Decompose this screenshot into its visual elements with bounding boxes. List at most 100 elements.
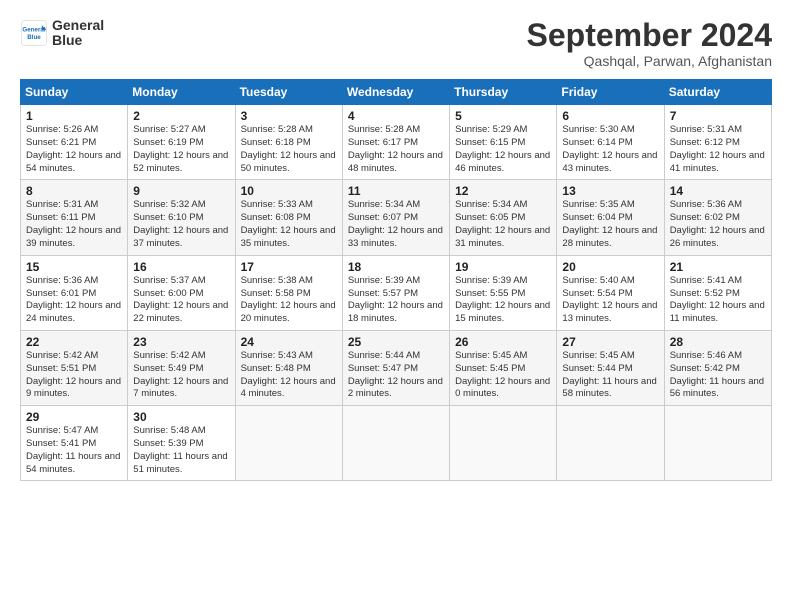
day-content: Sunrise: 5:41 AMSunset: 5:52 PMDaylight:…	[670, 275, 766, 326]
day-content: Sunrise: 5:34 AMSunset: 6:05 PMDaylight:…	[455, 199, 551, 250]
calendar-cell: 2Sunrise: 5:27 AMSunset: 6:19 PMDaylight…	[128, 105, 235, 180]
calendar-cell	[557, 406, 664, 481]
day-number: 14	[670, 184, 766, 198]
day-content: Sunrise: 5:45 AMSunset: 5:44 PMDaylight:…	[562, 350, 658, 401]
day-number: 30	[133, 410, 229, 424]
calendar-header-row: Sunday Monday Tuesday Wednesday Thursday…	[21, 80, 772, 105]
calendar-cell: 27Sunrise: 5:45 AMSunset: 5:44 PMDayligh…	[557, 330, 664, 405]
calendar-cell: 7Sunrise: 5:31 AMSunset: 6:12 PMDaylight…	[664, 105, 771, 180]
day-number: 9	[133, 184, 229, 198]
logo-icon: General Blue	[20, 19, 48, 47]
calendar-cell: 16Sunrise: 5:37 AMSunset: 6:00 PMDayligh…	[128, 255, 235, 330]
page: General Blue General Blue September 2024…	[0, 0, 792, 491]
day-number: 13	[562, 184, 658, 198]
day-content: Sunrise: 5:36 AMSunset: 6:01 PMDaylight:…	[26, 275, 122, 326]
calendar-week-1: 1Sunrise: 5:26 AMSunset: 6:21 PMDaylight…	[21, 105, 772, 180]
day-number: 25	[348, 335, 444, 349]
calendar-cell: 21Sunrise: 5:41 AMSunset: 5:52 PMDayligh…	[664, 255, 771, 330]
calendar-cell: 20Sunrise: 5:40 AMSunset: 5:54 PMDayligh…	[557, 255, 664, 330]
calendar-cell: 15Sunrise: 5:36 AMSunset: 6:01 PMDayligh…	[21, 255, 128, 330]
logo-line1: General	[52, 18, 104, 33]
logo-text: General Blue	[52, 18, 104, 49]
day-content: Sunrise: 5:44 AMSunset: 5:47 PMDaylight:…	[348, 350, 444, 401]
calendar-cell: 22Sunrise: 5:42 AMSunset: 5:51 PMDayligh…	[21, 330, 128, 405]
logo: General Blue General Blue	[20, 18, 104, 49]
day-content: Sunrise: 5:34 AMSunset: 6:07 PMDaylight:…	[348, 199, 444, 250]
calendar-cell	[235, 406, 342, 481]
day-number: 15	[26, 260, 122, 274]
day-content: Sunrise: 5:32 AMSunset: 6:10 PMDaylight:…	[133, 199, 229, 250]
day-content: Sunrise: 5:29 AMSunset: 6:15 PMDaylight:…	[455, 124, 551, 175]
day-number: 29	[26, 410, 122, 424]
day-number: 7	[670, 109, 766, 123]
day-content: Sunrise: 5:26 AMSunset: 6:21 PMDaylight:…	[26, 124, 122, 175]
calendar-cell: 10Sunrise: 5:33 AMSunset: 6:08 PMDayligh…	[235, 180, 342, 255]
col-saturday: Saturday	[664, 80, 771, 105]
day-content: Sunrise: 5:33 AMSunset: 6:08 PMDaylight:…	[241, 199, 337, 250]
calendar-cell: 5Sunrise: 5:29 AMSunset: 6:15 PMDaylight…	[450, 105, 557, 180]
day-content: Sunrise: 5:31 AMSunset: 6:12 PMDaylight:…	[670, 124, 766, 175]
day-number: 27	[562, 335, 658, 349]
day-number: 17	[241, 260, 337, 274]
calendar-week-4: 22Sunrise: 5:42 AMSunset: 5:51 PMDayligh…	[21, 330, 772, 405]
calendar-cell: 8Sunrise: 5:31 AMSunset: 6:11 PMDaylight…	[21, 180, 128, 255]
calendar-cell	[450, 406, 557, 481]
calendar-week-2: 8Sunrise: 5:31 AMSunset: 6:11 PMDaylight…	[21, 180, 772, 255]
day-number: 26	[455, 335, 551, 349]
day-content: Sunrise: 5:47 AMSunset: 5:41 PMDaylight:…	[26, 425, 122, 476]
col-wednesday: Wednesday	[342, 80, 449, 105]
calendar-cell: 24Sunrise: 5:43 AMSunset: 5:48 PMDayligh…	[235, 330, 342, 405]
calendar-cell: 18Sunrise: 5:39 AMSunset: 5:57 PMDayligh…	[342, 255, 449, 330]
calendar-cell: 12Sunrise: 5:34 AMSunset: 6:05 PMDayligh…	[450, 180, 557, 255]
calendar-cell: 4Sunrise: 5:28 AMSunset: 6:17 PMDaylight…	[342, 105, 449, 180]
day-content: Sunrise: 5:39 AMSunset: 5:55 PMDaylight:…	[455, 275, 551, 326]
calendar-cell: 17Sunrise: 5:38 AMSunset: 5:58 PMDayligh…	[235, 255, 342, 330]
day-number: 6	[562, 109, 658, 123]
col-thursday: Thursday	[450, 80, 557, 105]
day-number: 12	[455, 184, 551, 198]
calendar-subtitle: Qashqal, Parwan, Afghanistan	[527, 53, 772, 69]
day-number: 2	[133, 109, 229, 123]
calendar-title: September 2024	[527, 18, 772, 53]
day-number: 20	[562, 260, 658, 274]
day-number: 5	[455, 109, 551, 123]
calendar-cell: 9Sunrise: 5:32 AMSunset: 6:10 PMDaylight…	[128, 180, 235, 255]
day-number: 3	[241, 109, 337, 123]
day-content: Sunrise: 5:40 AMSunset: 5:54 PMDaylight:…	[562, 275, 658, 326]
calendar-cell: 6Sunrise: 5:30 AMSunset: 6:14 PMDaylight…	[557, 105, 664, 180]
day-content: Sunrise: 5:36 AMSunset: 6:02 PMDaylight:…	[670, 199, 766, 250]
day-number: 1	[26, 109, 122, 123]
calendar-week-3: 15Sunrise: 5:36 AMSunset: 6:01 PMDayligh…	[21, 255, 772, 330]
col-sunday: Sunday	[21, 80, 128, 105]
calendar-table: Sunday Monday Tuesday Wednesday Thursday…	[20, 79, 772, 481]
day-content: Sunrise: 5:45 AMSunset: 5:45 PMDaylight:…	[455, 350, 551, 401]
day-content: Sunrise: 5:31 AMSunset: 6:11 PMDaylight:…	[26, 199, 122, 250]
day-number: 11	[348, 184, 444, 198]
calendar-cell: 11Sunrise: 5:34 AMSunset: 6:07 PMDayligh…	[342, 180, 449, 255]
day-number: 4	[348, 109, 444, 123]
day-number: 23	[133, 335, 229, 349]
day-number: 28	[670, 335, 766, 349]
calendar-cell: 14Sunrise: 5:36 AMSunset: 6:02 PMDayligh…	[664, 180, 771, 255]
calendar-cell: 28Sunrise: 5:46 AMSunset: 5:42 PMDayligh…	[664, 330, 771, 405]
calendar-cell: 3Sunrise: 5:28 AMSunset: 6:18 PMDaylight…	[235, 105, 342, 180]
calendar-cell: 29Sunrise: 5:47 AMSunset: 5:41 PMDayligh…	[21, 406, 128, 481]
day-content: Sunrise: 5:42 AMSunset: 5:49 PMDaylight:…	[133, 350, 229, 401]
calendar-cell: 26Sunrise: 5:45 AMSunset: 5:45 PMDayligh…	[450, 330, 557, 405]
calendar-cell: 1Sunrise: 5:26 AMSunset: 6:21 PMDaylight…	[21, 105, 128, 180]
calendar-cell: 30Sunrise: 5:48 AMSunset: 5:39 PMDayligh…	[128, 406, 235, 481]
day-content: Sunrise: 5:46 AMSunset: 5:42 PMDaylight:…	[670, 350, 766, 401]
day-content: Sunrise: 5:27 AMSunset: 6:19 PMDaylight:…	[133, 124, 229, 175]
day-content: Sunrise: 5:43 AMSunset: 5:48 PMDaylight:…	[241, 350, 337, 401]
calendar-cell: 19Sunrise: 5:39 AMSunset: 5:55 PMDayligh…	[450, 255, 557, 330]
calendar-cell	[342, 406, 449, 481]
calendar-cell: 23Sunrise: 5:42 AMSunset: 5:49 PMDayligh…	[128, 330, 235, 405]
day-content: Sunrise: 5:28 AMSunset: 6:17 PMDaylight:…	[348, 124, 444, 175]
calendar-cell: 13Sunrise: 5:35 AMSunset: 6:04 PMDayligh…	[557, 180, 664, 255]
day-content: Sunrise: 5:37 AMSunset: 6:00 PMDaylight:…	[133, 275, 229, 326]
day-content: Sunrise: 5:30 AMSunset: 6:14 PMDaylight:…	[562, 124, 658, 175]
logo-line2: Blue	[52, 33, 104, 48]
col-monday: Monday	[128, 80, 235, 105]
calendar-cell: 25Sunrise: 5:44 AMSunset: 5:47 PMDayligh…	[342, 330, 449, 405]
day-content: Sunrise: 5:38 AMSunset: 5:58 PMDaylight:…	[241, 275, 337, 326]
